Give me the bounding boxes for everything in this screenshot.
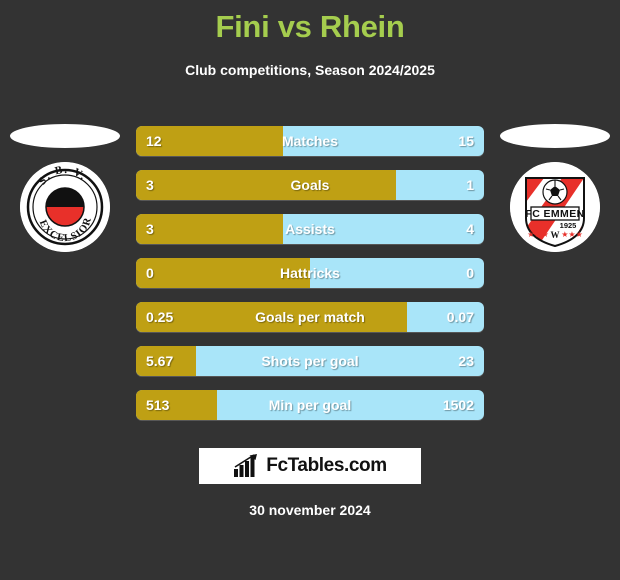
stat-row-min-per-goal: 513 Min per goal 1502 [136,390,484,420]
stat-row-goals-per-match: 0.25 Goals per match 0.07 [136,302,484,332]
svg-text:FC EMMEN: FC EMMEN [525,208,584,220]
stat-row-shots-per-goal: 5.67 Shots per goal 23 [136,346,484,376]
footer-date: 30 november 2024 [249,502,371,518]
svg-text:★★★: ★★★ [527,230,549,239]
away-value: 23 [458,353,474,369]
away-team-logo-fc-emmen: FC EMMEN 1925 W ★★★ ★★★ [510,162,600,252]
stat-label: Shots per goal [261,353,359,369]
home-badge-highlight-ellipse [10,124,120,148]
away-value: 15 [458,133,474,149]
home-team-logo-excelsior: S. B. V. EXCELSIOR [20,162,110,252]
stat-row-assists: 3 Assists 4 [136,214,484,244]
fctables-brand-logo[interactable]: FcTables.com [199,448,421,484]
away-value: 4 [466,221,474,237]
svg-text:1925: 1925 [560,221,577,230]
stat-comparison-list: 12 Matches 15 3 Goals 1 3 Assists 4 0 Ha… [136,126,484,434]
svg-text:★★★: ★★★ [561,230,583,239]
brand-name: FcTables.com [266,455,387,476]
stat-label: Min per goal [268,397,352,413]
stat-row-matches: 12 Matches 15 [136,126,484,156]
bar-chart-icon [234,454,258,477]
away-value: 1 [466,177,474,193]
away-badge-highlight-ellipse [500,124,610,148]
page-subtitle: Club competitions, Season 2024/2025 [185,62,435,78]
away-value: 0 [466,265,474,281]
stat-label: Matches [281,133,339,149]
away-team-badge-zone: FC EMMEN 1925 W ★★★ ★★★ [490,120,620,300]
stat-row-goals: 3 Goals 1 [136,170,484,200]
home-team-badge-zone: S. B. V. EXCELSIOR [0,120,130,300]
stat-label: Hattricks [280,265,340,281]
excelsior-crest-svg: S. B. V. EXCELSIOR [20,162,110,252]
stat-label: Assists [285,221,335,237]
stat-label: Goals per match [255,309,365,325]
fc-emmen-crest-svg: FC EMMEN 1925 W ★★★ ★★★ [510,162,600,252]
away-value: 1502 [442,397,474,413]
page-title: Fini vs Rhein [215,9,405,44]
away-value: 0.07 [446,309,474,325]
stat-row-hattricks: 0 Hattricks 0 [136,258,484,288]
stat-label: Goals [290,177,330,193]
svg-text:W: W [551,230,560,240]
